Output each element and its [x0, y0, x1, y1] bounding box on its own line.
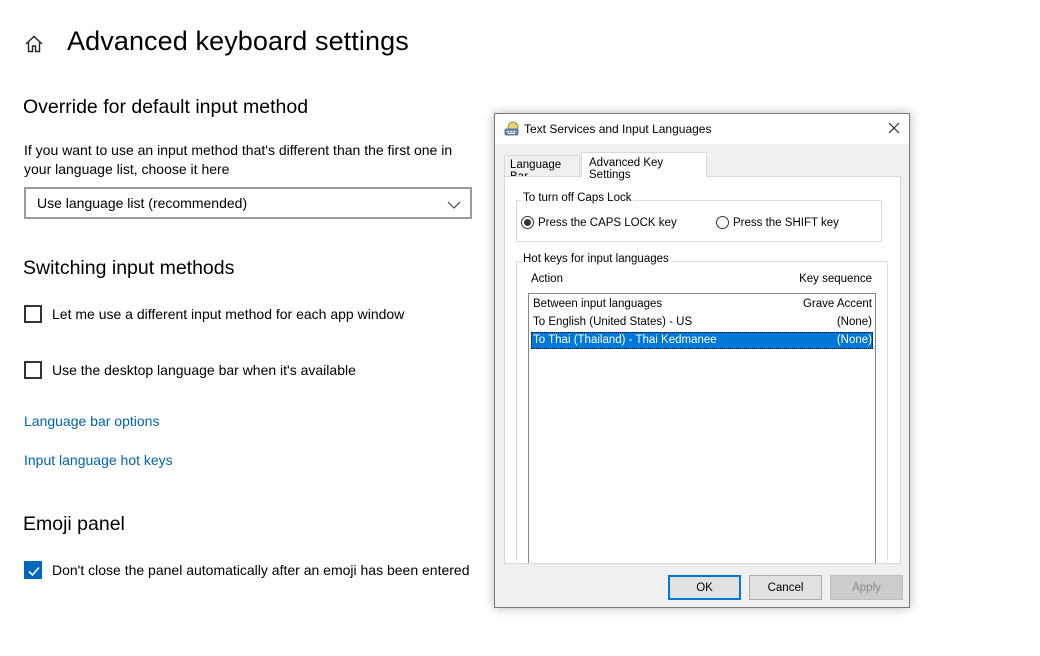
list-item-action: To English (United States) - US: [533, 316, 693, 328]
desktop-language-bar-checkbox[interactable]: [24, 361, 42, 379]
caps-lock-key-radio-row[interactable]: Press the CAPS LOCK key: [521, 216, 677, 229]
per-app-input-checkbox-row[interactable]: Let me use a different input method for …: [24, 305, 404, 323]
keyboard-globe-icon: [504, 121, 520, 137]
list-item[interactable]: Between input languages Grave Accent: [531, 296, 873, 313]
desktop-language-bar-label: Use the desktop language bar when it's a…: [52, 362, 356, 378]
hot-keys-group-caption: Hot keys for input languages: [521, 253, 671, 265]
list-item-action: To Thai (Thailand) - Thai Kedmanee: [533, 334, 717, 346]
emoji-keep-open-checkbox-row[interactable]: Don't close the panel automatically afte…: [24, 561, 469, 579]
dialog-close-button[interactable]: [879, 114, 909, 144]
caps-lock-key-label: Press the CAPS LOCK key: [538, 216, 677, 229]
emoji-heading: Emoji panel: [23, 513, 125, 535]
per-app-input-label: Let me use a different input method for …: [52, 306, 405, 322]
dialog-titlebar[interactable]: Text Services and Input Languages: [495, 114, 909, 144]
list-item-key: (None): [836, 316, 872, 328]
emoji-keep-open-checkbox[interactable]: [24, 561, 42, 579]
tab-language-bar[interactable]: Language Bar: [504, 155, 580, 183]
input-method-dropdown[interactable]: Use language list (recommended): [24, 187, 472, 219]
caps-lock-key-radio[interactable]: [521, 216, 534, 229]
apply-button[interactable]: Apply: [830, 575, 903, 600]
language-bar-options-link[interactable]: Language bar options: [24, 413, 159, 429]
override-description: If you want to use an input method that'…: [24, 142, 453, 177]
list-item-action: Between input languages: [533, 298, 663, 310]
input-language-hot-keys-link[interactable]: Input language hot keys: [24, 452, 173, 468]
shift-key-radio-row[interactable]: Press the SHIFT key: [716, 216, 839, 229]
switching-heading: Switching input methods: [23, 257, 235, 279]
page-title: Advanced keyboard settings: [67, 26, 409, 56]
home-icon[interactable]: [24, 34, 44, 54]
checkmark-icon: [28, 566, 40, 577]
caps-lock-group-caption: To turn off Caps Lock: [521, 192, 634, 204]
shift-key-radio[interactable]: [716, 216, 729, 229]
column-header-action: Action: [531, 273, 563, 285]
list-item-key: (None): [836, 334, 872, 346]
column-header-key-sequence: Key sequence: [799, 273, 872, 285]
shift-key-label: Press the SHIFT key: [733, 216, 839, 229]
list-item-key: Grave Accent: [802, 298, 872, 310]
ok-button[interactable]: OK: [668, 575, 741, 600]
emoji-keep-open-label: Don't close the panel automatically afte…: [52, 562, 470, 578]
close-icon: [888, 122, 900, 134]
cancel-button[interactable]: Cancel: [749, 575, 822, 600]
tab-advanced-key-settings[interactable]: Advanced Key Settings: [581, 152, 707, 181]
dropdown-value: Use language list (recommended): [37, 195, 248, 211]
list-item[interactable]: To English (United States) - US (None): [531, 314, 873, 331]
per-app-input-checkbox[interactable]: [24, 305, 42, 323]
override-heading: Override for default input method: [23, 96, 309, 118]
list-item-selected[interactable]: To Thai (Thailand) - Thai Kedmanee (None…: [531, 332, 873, 349]
hot-keys-list[interactable]: Between input languages Grave Accent To …: [528, 293, 876, 563]
desktop-language-bar-checkbox-row[interactable]: Use the desktop language bar when it's a…: [24, 361, 356, 379]
chevron-down-icon: [447, 197, 461, 209]
text-services-dialog: Text Services and Input Languages Langua…: [494, 113, 910, 608]
dialog-title: Text Services and Input Languages: [524, 122, 712, 136]
